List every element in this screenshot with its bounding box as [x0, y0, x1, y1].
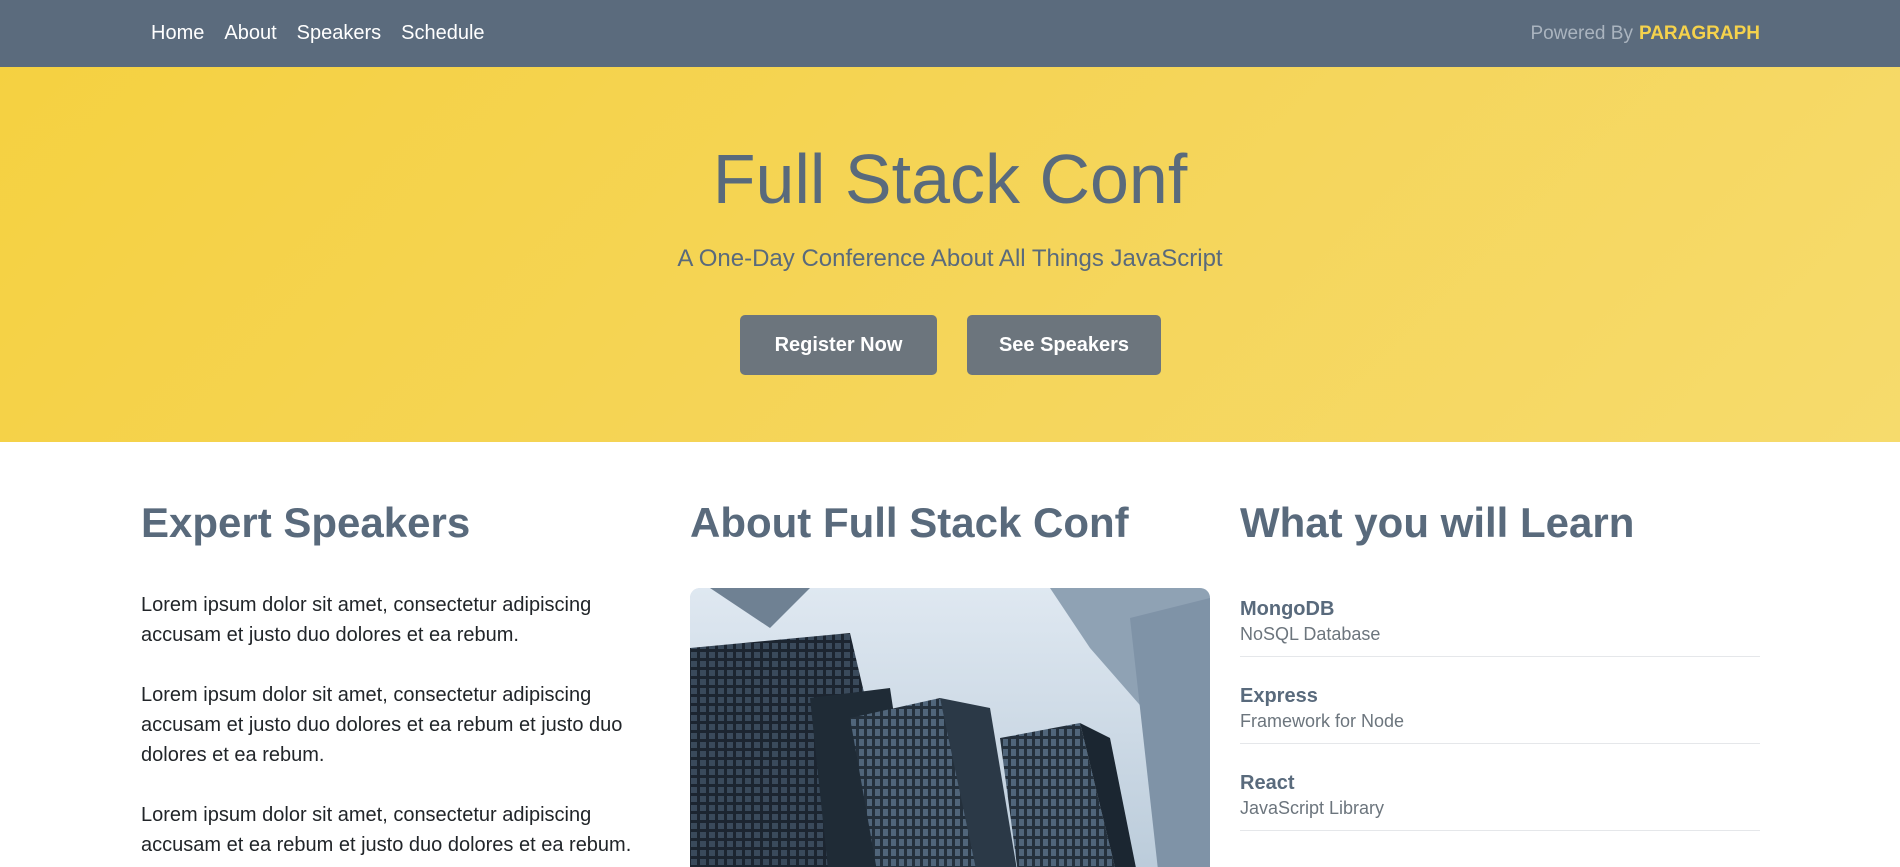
learn-heading: What you will Learn [1240, 499, 1635, 546]
hero-title: Full Stack Conf [712, 140, 1188, 218]
speakers-heading: Expert Speakers [141, 499, 471, 546]
speakers-column: Expert Speakers Lorem ipsum dolor sit am… [141, 499, 641, 860]
speakers-paragraph: Lorem ipsum dolor sit amet, consectetur … [141, 684, 623, 767]
learn-list: MongoDB NoSQL Database Express Framework… [1240, 596, 1760, 832]
powered-by-text: Powered By [1530, 22, 1633, 44]
about-heading: About Full Stack Conf [690, 499, 1129, 546]
nav-links: Home About Speakers Schedule [141, 0, 495, 67]
learn-item-desc: JavaScript Library [1240, 798, 1385, 819]
hero-subtitle: A One-Day Conference About All Things Ja… [677, 245, 1223, 272]
powered-by-brand[interactable]: PARAGRAPH [1639, 23, 1760, 45]
list-item: Express Framework for Node [1240, 683, 1760, 745]
learn-item-desc: Framework for Node [1240, 711, 1405, 732]
learn-item-title: MongoDB [1240, 598, 1335, 621]
nav-link-home[interactable]: Home [151, 22, 204, 45]
powered-by: Powered By PARAGRAPH [1531, 0, 1761, 67]
learn-item-title: React [1240, 772, 1295, 795]
speakers-paragraphs: Lorem ipsum dolor sit amet, consectetur … [141, 590, 641, 860]
register-now-button[interactable]: Register Now [740, 315, 937, 375]
learn-item-desc: NoSQL Database [1240, 624, 1381, 645]
nav-link-speakers[interactable]: Speakers [297, 22, 382, 45]
hero-section: Full Stack Conf A One-Day Conference Abo… [0, 67, 1900, 442]
see-speakers-button[interactable]: See Speakers [967, 315, 1161, 375]
about-column: About Full Stack Conf [690, 499, 1210, 867]
speakers-paragraph: Lorem ipsum dolor sit amet, consectetur … [141, 594, 592, 647]
skyscrapers-illustration [690, 588, 1210, 867]
speakers-paragraph: Lorem ipsum dolor sit amet, consectetur … [141, 804, 632, 857]
list-item: MongoDB NoSQL Database [1240, 596, 1760, 658]
learn-column: What you will Learn MongoDB NoSQL Databa… [1240, 499, 1760, 857]
skyscrapers-image [690, 588, 1210, 867]
learn-item-title: Express [1240, 685, 1318, 708]
list-item: React JavaScript Library [1240, 770, 1760, 832]
nav-link-schedule[interactable]: Schedule [401, 22, 484, 45]
top-navbar: Home About Speakers Schedule Powered By … [0, 0, 1900, 67]
nav-link-about[interactable]: About [224, 22, 276, 45]
